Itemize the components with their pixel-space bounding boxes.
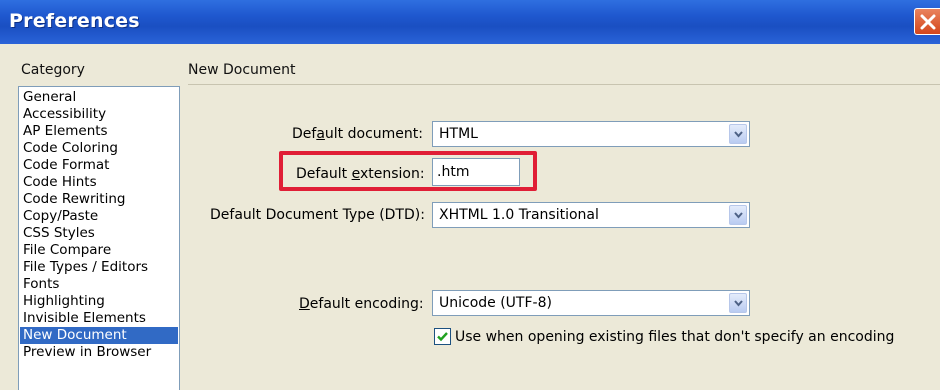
- title-bar: Preferences: [0, 0, 940, 44]
- category-item-file-compare[interactable]: File Compare: [20, 242, 178, 259]
- window-title: Preferences: [9, 10, 140, 32]
- section-heading: New Document: [188, 62, 296, 78]
- category-item-highlighting[interactable]: Highlighting: [20, 293, 178, 310]
- section-divider: [188, 84, 940, 85]
- default-document-label: Default document:: [292, 126, 423, 142]
- category-list[interactable]: General Accessibility AP Elements Code C…: [18, 86, 180, 390]
- chevron-down-icon: [734, 131, 743, 138]
- close-x-icon: [920, 14, 936, 30]
- category-item-file-types-editors[interactable]: File Types / Editors: [20, 259, 178, 276]
- close-button[interactable]: [914, 8, 940, 35]
- category-item-invisible-elements[interactable]: Invisible Elements: [20, 310, 178, 327]
- default-dtd-dropdown-button[interactable]: [729, 205, 747, 225]
- chevron-down-icon: [734, 212, 743, 219]
- category-item-new-document[interactable]: New Document: [20, 327, 178, 344]
- default-encoding-label: Default encoding:: [299, 296, 424, 312]
- highlight-annotation: [279, 151, 537, 191]
- category-heading: Category: [21, 62, 85, 78]
- category-item-ap-elements[interactable]: AP Elements: [20, 123, 178, 140]
- category-item-code-rewriting[interactable]: Code Rewriting: [20, 191, 178, 208]
- category-item-code-format[interactable]: Code Format: [20, 157, 178, 174]
- category-item-general[interactable]: General: [20, 89, 178, 106]
- use-existing-label[interactable]: Use when opening existing files that don…: [455, 329, 894, 345]
- default-encoding-dropdown-button[interactable]: [729, 293, 747, 313]
- default-dtd-label: Default Document Type (DTD):: [210, 207, 425, 223]
- default-encoding-select[interactable]: Unicode (UTF-8): [432, 290, 750, 316]
- category-item-css-styles[interactable]: CSS Styles: [20, 225, 178, 242]
- checkmark-icon: [437, 332, 448, 342]
- default-encoding-value: Unicode (UTF-8): [439, 295, 552, 311]
- category-item-accessibility[interactable]: Accessibility: [20, 106, 178, 123]
- default-document-value: HTML: [439, 126, 478, 142]
- default-dtd-value: XHTML 1.0 Transitional: [439, 207, 599, 223]
- category-item-preview-in-browser[interactable]: Preview in Browser: [20, 344, 178, 361]
- default-document-dropdown-button[interactable]: [729, 124, 747, 144]
- chevron-down-icon: [734, 300, 743, 307]
- category-item-fonts[interactable]: Fonts: [20, 276, 178, 293]
- category-item-copy-paste[interactable]: Copy/Paste: [20, 208, 178, 225]
- default-dtd-select[interactable]: XHTML 1.0 Transitional: [432, 202, 750, 228]
- category-item-code-hints[interactable]: Code Hints: [20, 174, 178, 191]
- use-existing-checkbox[interactable]: [434, 328, 451, 345]
- category-item-code-coloring[interactable]: Code Coloring: [20, 140, 178, 157]
- default-document-select[interactable]: HTML: [432, 121, 750, 147]
